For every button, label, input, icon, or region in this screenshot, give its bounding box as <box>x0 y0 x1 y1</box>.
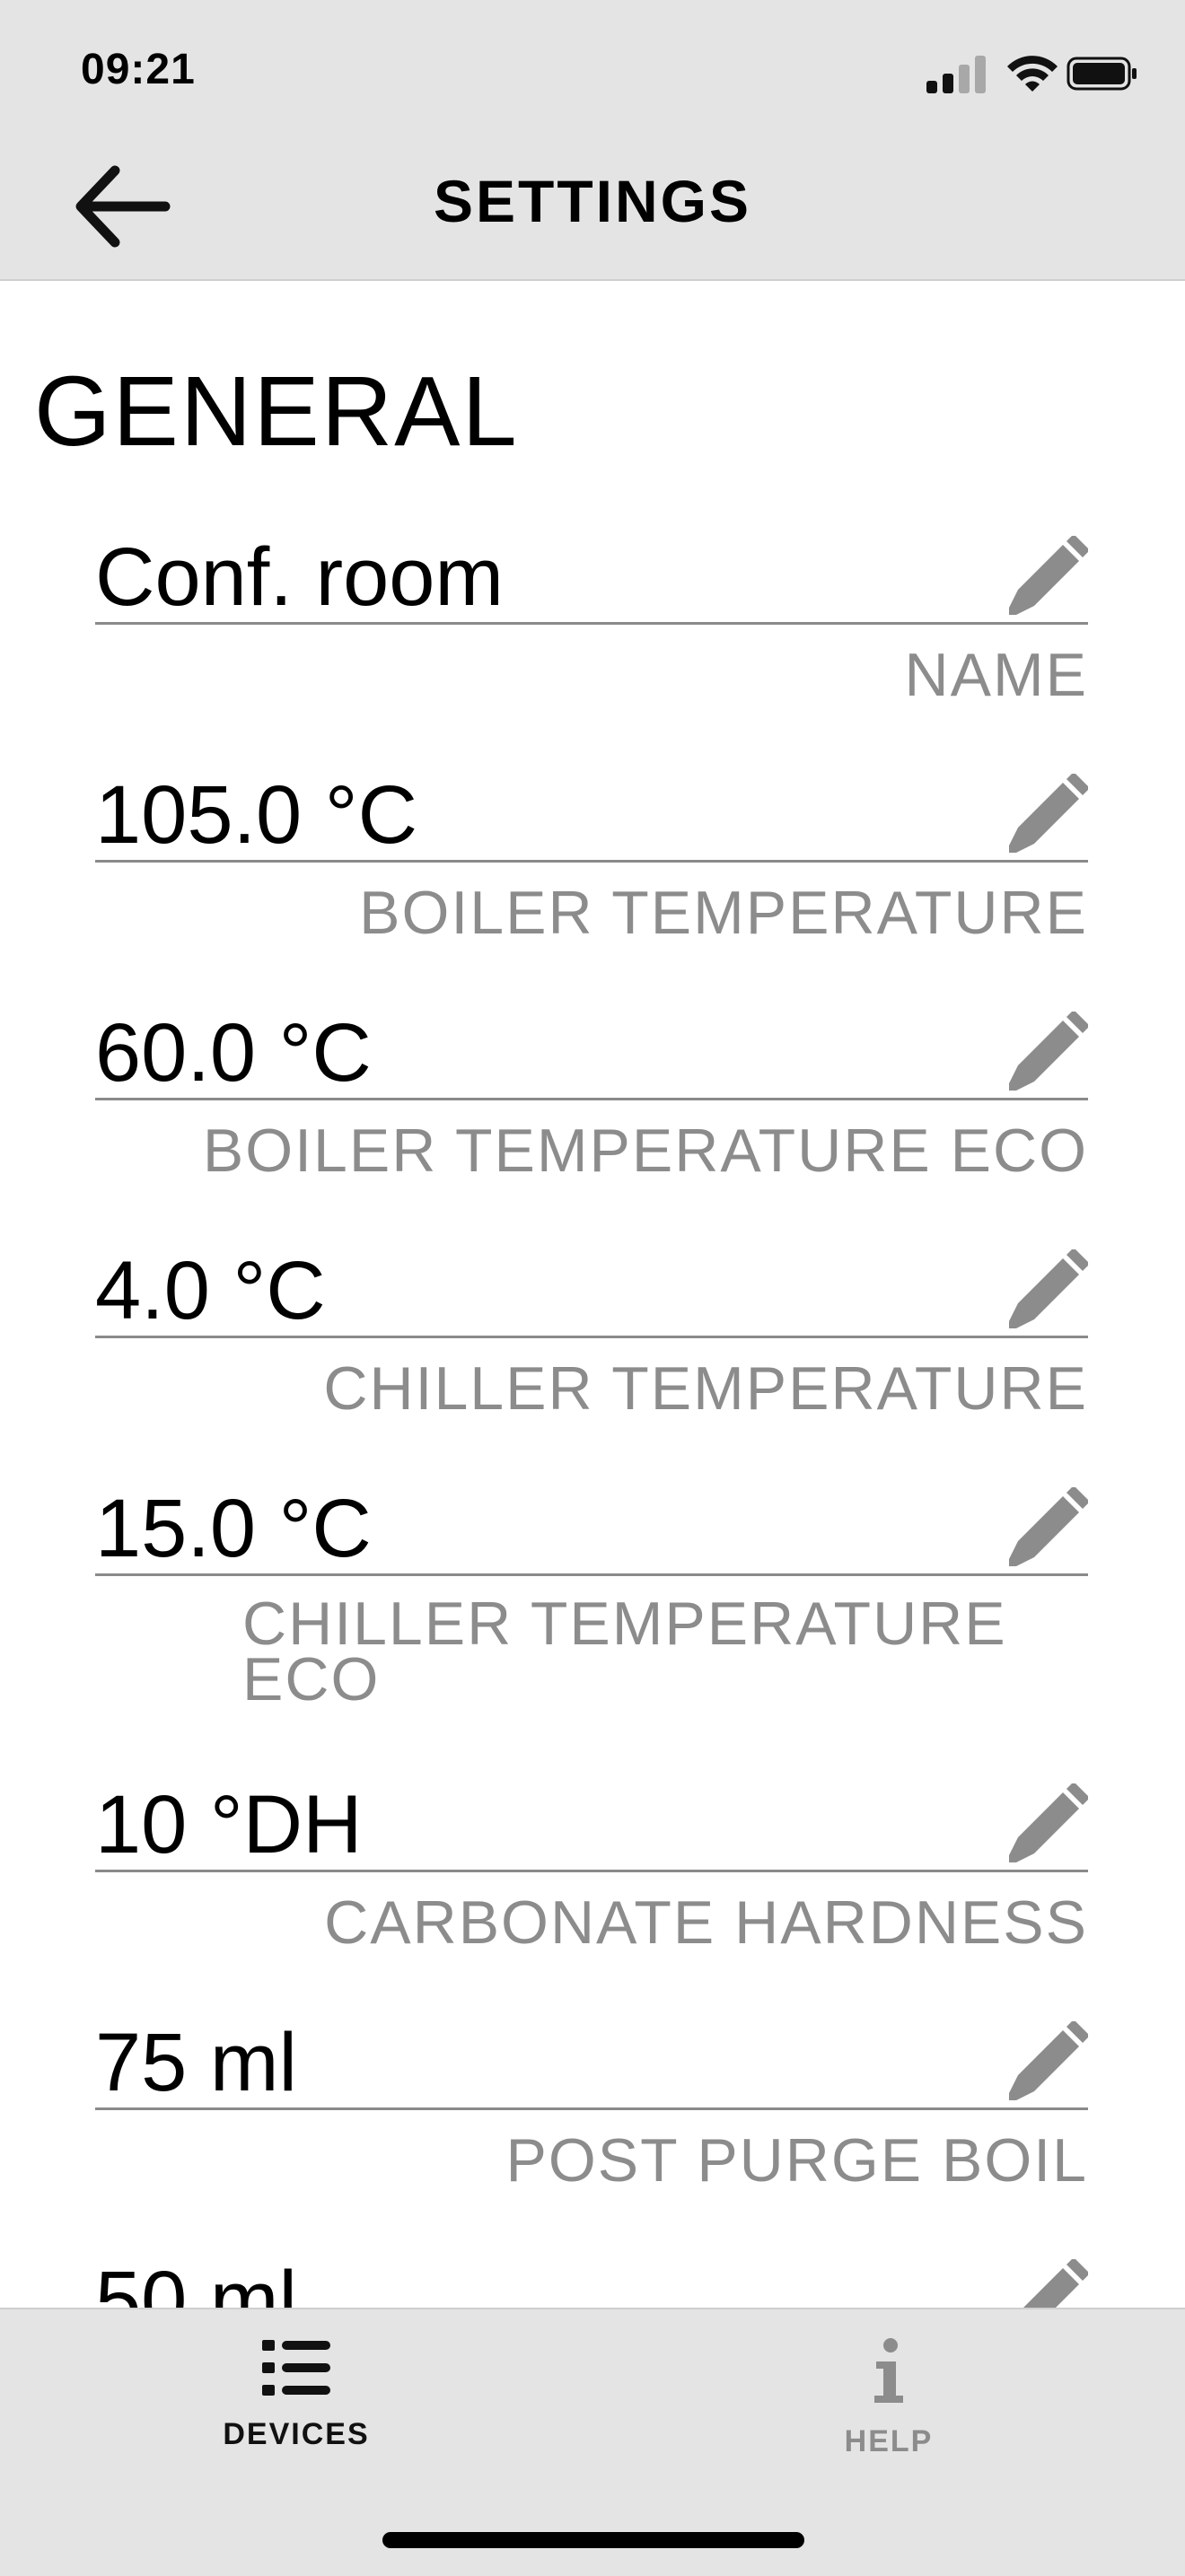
settings-content[interactable]: GENERAL Conf. room NAME 105.0 °C BOILER … <box>0 281 1185 2308</box>
field-label: CARBONATE HARDNESS <box>324 1888 1088 1957</box>
carbonate-hardness-input[interactable]: 10 °DH <box>95 1780 1088 1872</box>
tab-devices[interactable]: DEVICES <box>180 2338 413 2518</box>
status-time: 09:21 <box>81 46 196 93</box>
wifi-icon <box>1007 56 1058 92</box>
field-value: 4.0 °C <box>95 1245 326 1336</box>
top-bar: 09:21 SETTINGS <box>0 0 1185 281</box>
field-label: NAME <box>904 641 1088 709</box>
pencil-icon[interactable] <box>1005 2021 1088 2104</box>
field-value: 10 °DH <box>95 1779 363 1871</box>
field-label: CHILLER TEMPERATURE ECO <box>242 1590 1007 1713</box>
info-icon <box>874 2338 903 2403</box>
setting-field-partial: 50 ml <box>95 2256 1088 2308</box>
pencil-icon[interactable] <box>1005 2259 1088 2308</box>
boiler-temperature-input[interactable]: 105.0 °C <box>95 770 1088 863</box>
pencil-icon[interactable] <box>1005 1487 1088 1570</box>
name-input[interactable]: Conf. room <box>95 532 1088 625</box>
tab-help[interactable]: HELP <box>772 2338 1005 2518</box>
setting-field-chiller-temperature: 4.0 °C CHILLER TEMPERATURE <box>95 1246 1088 1419</box>
pencil-icon[interactable] <box>1005 536 1088 618</box>
field-value: 105.0 °C <box>95 769 418 861</box>
tab-devices-label: DEVICES <box>223 2417 370 2451</box>
tab-help-label: HELP <box>844 2424 934 2458</box>
page-title: SETTINGS <box>433 168 752 234</box>
field-label: POST PURGE BOIL <box>505 2126 1088 2195</box>
chiller-temperature-eco-input[interactable]: 15.0 °C <box>95 1484 1088 1576</box>
setting-field-name: Conf. room NAME <box>95 532 1088 705</box>
boiler-temperature-eco-input[interactable]: 60.0 °C <box>95 1008 1088 1100</box>
field-label: CHILLER TEMPERATURE <box>323 1354 1088 1423</box>
setting-field-chiller-temperature-eco: 15.0 °C CHILLER TEMPERATURE ECO <box>95 1484 1088 1713</box>
field-value: 15.0 °C <box>95 1483 372 1574</box>
cellular-signal-icon <box>926 52 989 93</box>
home-indicator[interactable] <box>382 2532 804 2548</box>
section-title-general: GENERAL <box>34 356 519 467</box>
pencil-icon[interactable] <box>1005 1249 1088 1332</box>
setting-field-boiler-temperature-eco: 60.0 °C BOILER TEMPERATURE ECO <box>95 1008 1088 1181</box>
partial-input[interactable]: 50 ml <box>95 2256 1088 2308</box>
field-value: 75 ml <box>95 2017 297 2108</box>
battery-icon <box>1066 57 1137 91</box>
field-value: 60.0 °C <box>95 1007 372 1099</box>
pencil-icon[interactable] <box>1005 1012 1088 1094</box>
field-label: BOILER TEMPERATURE <box>359 879 1088 947</box>
field-label: BOILER TEMPERATURE ECO <box>202 1117 1088 1185</box>
field-value: 50 ml <box>95 2255 297 2308</box>
chiller-temperature-input[interactable]: 4.0 °C <box>95 1246 1088 1338</box>
post-purge-boil-input[interactable]: 75 ml <box>95 2018 1088 2110</box>
field-value: Conf. room <box>95 531 505 623</box>
pencil-icon[interactable] <box>1005 774 1088 856</box>
setting-field-post-purge-boil: 75 ml POST PURGE BOIL <box>95 2018 1088 2191</box>
list-icon <box>262 2340 330 2396</box>
setting-field-carbonate-hardness: 10 °DH CARBONATE HARDNESS <box>95 1780 1088 1953</box>
setting-field-boiler-temperature: 105.0 °C BOILER TEMPERATURE <box>95 770 1088 943</box>
pencil-icon[interactable] <box>1005 1783 1088 1866</box>
